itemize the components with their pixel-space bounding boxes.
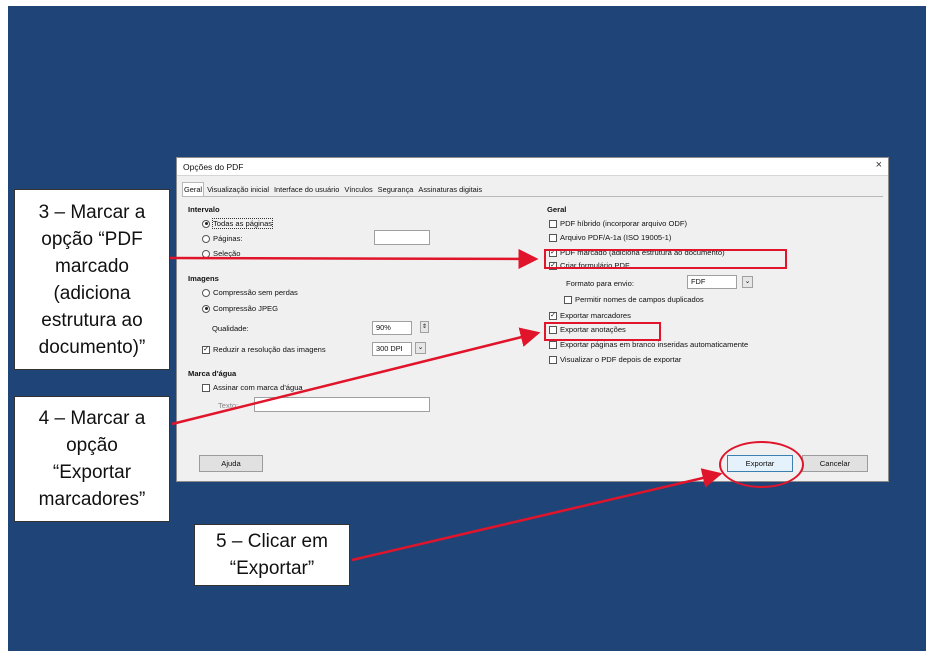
callout-line: documento)” <box>38 336 146 358</box>
callout-line: opção “PDF <box>41 228 143 250</box>
callout-line: marcadores” <box>38 489 146 510</box>
callout-step-5: 5 – Clicar em “Exportar” <box>194 524 350 586</box>
arrow-to-pdf-marcado <box>169 248 539 269</box>
callout-line: 5 – Clicar em <box>216 531 328 552</box>
callout-line: “Exportar <box>52 462 132 483</box>
callout-line: “Exportar” <box>229 558 315 579</box>
callout-step-4: 4 – Marcar a opção “Exportar marcadores” <box>14 396 170 522</box>
arrow-to-exportar-button <box>351 468 723 562</box>
callout-line: opção <box>66 435 118 456</box>
arrow-to-exportar-marcadores <box>171 327 541 426</box>
callout-step-3: 3 – Marcar a opção “PDF marcado (adicion… <box>14 189 170 370</box>
callout-line: estrutura ao <box>41 309 143 331</box>
callout-line: (adiciona <box>53 282 131 304</box>
callout-line: 3 – Marcar a <box>38 201 146 223</box>
callout-line: marcado <box>55 255 129 277</box>
callout-line: 4 – Marcar a <box>38 408 146 429</box>
